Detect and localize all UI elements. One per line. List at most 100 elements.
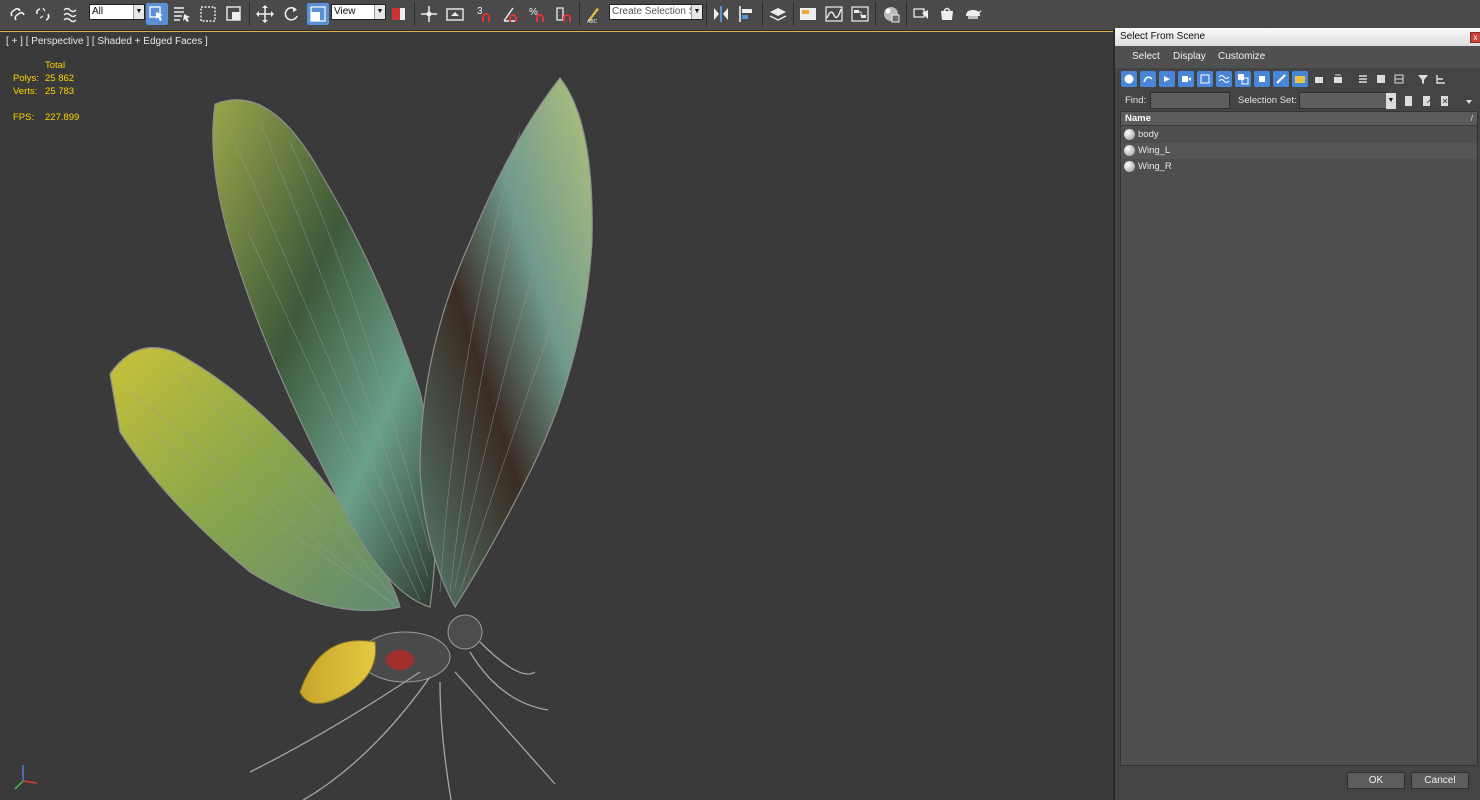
options-dropdown-icon[interactable] <box>1461 93 1477 109</box>
chevron-down-icon: ▼ <box>133 5 144 19</box>
name-column-label: Name <box>1125 113 1151 124</box>
schematic-view-icon[interactable] <box>849 3 871 25</box>
move-icon[interactable] <box>254 3 276 25</box>
find-input[interactable] <box>1150 92 1230 109</box>
hierarchy-icon[interactable] <box>1433 71 1449 87</box>
filter-icon[interactable] <box>1415 71 1431 87</box>
snap-3d-icon[interactable]: 3 <box>474 3 496 25</box>
rotate-icon[interactable] <box>280 3 302 25</box>
rect-selection-icon[interactable] <box>197 3 219 25</box>
dialog-titlebar[interactable]: Select From Scene x <box>1115 28 1480 46</box>
mirror-icon[interactable] <box>710 3 732 25</box>
find-label: Find: <box>1125 95 1147 106</box>
curve-editor-icon[interactable] <box>823 3 845 25</box>
chevron-down-icon: ▼ <box>374 5 385 19</box>
manipulate-icon[interactable] <box>418 3 440 25</box>
selection-filter-value: All <box>92 6 104 17</box>
geometry-sphere-icon <box>1124 145 1135 156</box>
stats-polys-value: 25 862 <box>45 73 75 84</box>
display-spacewarps-icon[interactable] <box>1216 71 1232 87</box>
perspective-viewport[interactable]: [ + ] [ Perspective ] [ Shaded + Edged F… <box>0 31 1113 800</box>
render-setup-icon[interactable] <box>910 3 932 25</box>
edit-selection-set-icon[interactable] <box>1419 93 1435 109</box>
list-item-label: Wing_L <box>1138 145 1171 156</box>
display-bones-icon[interactable] <box>1273 71 1289 87</box>
stats-fps-label: FPS: <box>13 112 35 123</box>
find-row: Find: Selection Set: ▼ <box>1121 91 1475 111</box>
filter-iconbar <box>1121 69 1475 91</box>
percent-snap-icon[interactable]: % <box>527 3 549 25</box>
menu-display[interactable]: Display <box>1173 51 1206 62</box>
name-column-header[interactable]: Name / <box>1121 112 1477 126</box>
graphite-ribbon-icon[interactable] <box>797 3 819 25</box>
selection-set-input[interactable] <box>1299 92 1387 109</box>
display-helpers-icon[interactable] <box>1197 71 1213 87</box>
bind-space-warp-icon[interactable] <box>60 3 82 25</box>
material-editor-icon[interactable] <box>880 3 902 25</box>
named-selection-dropdown[interactable]: Create Selection Se ▼ <box>609 4 703 20</box>
axis-tripod-icon <box>14 765 38 790</box>
svg-text:3: 3 <box>477 6 483 17</box>
named-selection-placeholder: Create Selection Se <box>612 6 701 17</box>
dialog-menubar: Select Display Customize <box>1115 46 1480 68</box>
stats-total-label: Total <box>45 60 66 71</box>
align-icon[interactable] <box>736 3 758 25</box>
display-lights-icon[interactable] <box>1159 71 1175 87</box>
butterfly-model-render <box>109 77 593 800</box>
display-shapes-icon[interactable] <box>1140 71 1156 87</box>
stats-polys-label: Polys: <box>13 73 39 84</box>
window-crossing-icon[interactable] <box>223 3 245 25</box>
dialog-footer: OK Cancel <box>1115 766 1480 800</box>
display-containers-icon[interactable] <box>1292 71 1308 87</box>
list-item-wing-r[interactable]: Wing_R <box>1121 159 1477 175</box>
display-xrefs-icon[interactable] <box>1254 71 1270 87</box>
menu-customize[interactable]: Customize <box>1218 51 1265 62</box>
angle-snap-icon[interactable] <box>500 3 522 25</box>
sort-arrow-icon[interactable]: / <box>1471 112 1473 126</box>
delete-selection-set-icon[interactable] <box>1437 93 1453 109</box>
display-hidden-icon[interactable] <box>1330 71 1346 87</box>
reference-coord-value: View <box>334 6 356 17</box>
rendered-frame-icon[interactable] <box>936 3 958 25</box>
pivot-center-icon[interactable] <box>388 3 410 25</box>
ok-button[interactable]: OK <box>1347 772 1405 789</box>
create-selection-set-icon[interactable] <box>1401 93 1417 109</box>
scene-object-list: Name / body Wing_L Wing_R <box>1120 111 1478 766</box>
scale-icon[interactable] <box>307 3 329 25</box>
chevron-down-icon[interactable]: ▼ <box>1386 93 1396 109</box>
select-by-name-icon[interactable] <box>171 3 193 25</box>
geometry-sphere-icon <box>1124 129 1135 140</box>
display-frozen-icon[interactable] <box>1311 71 1327 87</box>
select-object-icon[interactable] <box>146 3 168 25</box>
render-production-icon[interactable] <box>962 3 984 25</box>
list-item-label: body <box>1138 129 1159 140</box>
stats-verts-value: 25 783 <box>45 86 75 97</box>
stats-verts-label: Verts: <box>13 86 38 97</box>
geometry-sphere-icon <box>1124 161 1135 172</box>
close-icon[interactable]: x <box>1470 32 1480 43</box>
main-toolbar: All ▼ View ▼ 3 % ABC Create Selection Se… <box>0 0 1480 31</box>
display-cameras-icon[interactable] <box>1178 71 1194 87</box>
spinner-snap-icon[interactable] <box>553 3 575 25</box>
list-item-wing-l[interactable]: Wing_L <box>1121 143 1477 159</box>
select-and-link-icon[interactable] <box>7 3 29 25</box>
display-all-icon[interactable] <box>1355 71 1371 87</box>
viewport-label[interactable]: [ + ] [ Perspective ] [ Shaded + Edged F… <box>6 36 208 47</box>
dialog-title: Select From Scene <box>1120 31 1206 42</box>
layer-manager-icon[interactable] <box>767 3 789 25</box>
display-none-icon[interactable] <box>1373 71 1389 87</box>
display-groups-icon[interactable] <box>1235 71 1251 87</box>
stats-fps-value: 227.899 <box>45 112 80 123</box>
edit-named-selection-icon[interactable]: ABC <box>583 3 605 25</box>
display-invert-icon[interactable] <box>1391 71 1407 87</box>
svg-text:ABC: ABC <box>587 19 598 24</box>
reference-coord-dropdown[interactable]: View ▼ <box>331 4 386 20</box>
menu-select[interactable]: Select <box>1132 51 1160 62</box>
keyboard-override-icon[interactable] <box>444 3 466 25</box>
unlink-icon[interactable] <box>33 3 55 25</box>
list-item-body[interactable]: body <box>1121 127 1477 143</box>
select-from-scene-dialog: Select From Scene x Select Display Custo… <box>1114 28 1480 800</box>
selection-filter-dropdown[interactable]: All ▼ <box>89 4 145 20</box>
cancel-button[interactable]: Cancel <box>1411 772 1469 789</box>
display-geometry-icon[interactable] <box>1121 71 1137 87</box>
